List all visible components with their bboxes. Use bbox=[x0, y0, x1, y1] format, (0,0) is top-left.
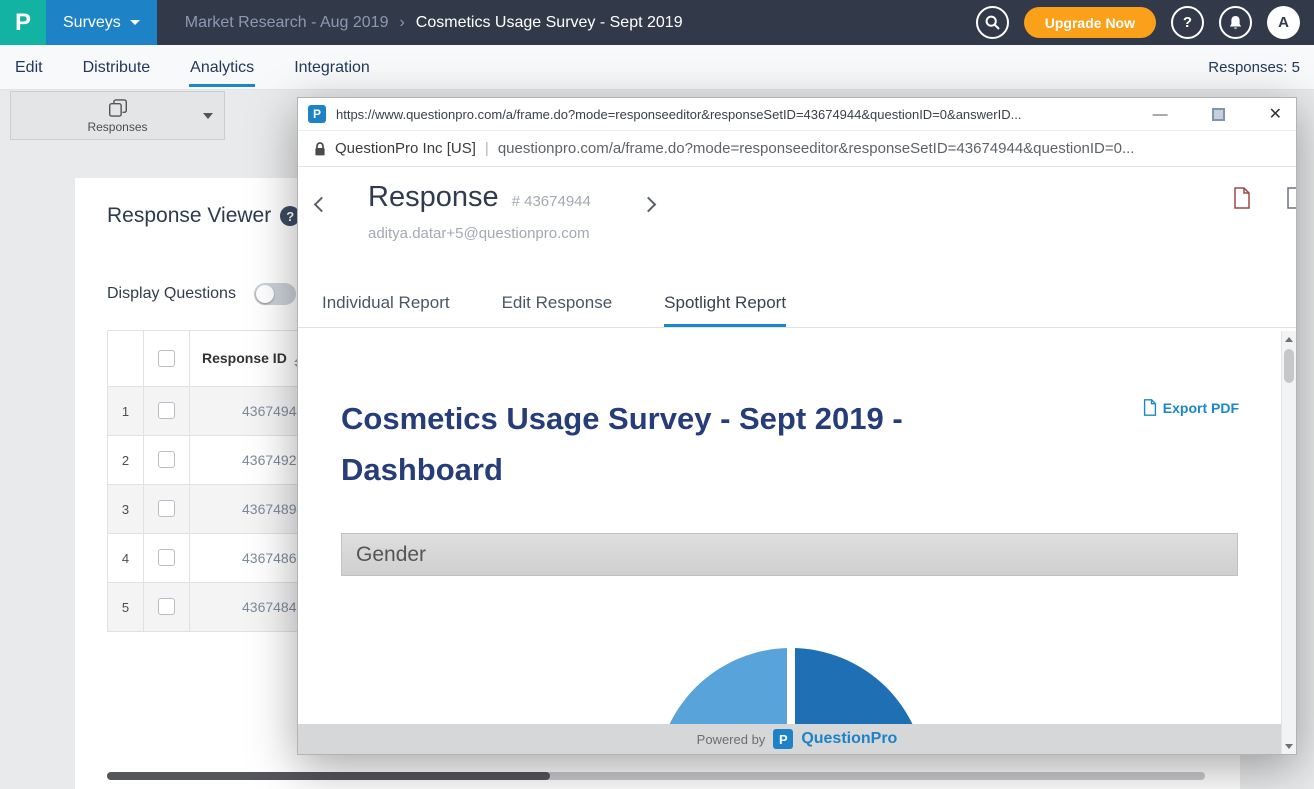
maximize-button[interactable] bbox=[1212, 108, 1225, 121]
row-number: 1 bbox=[108, 387, 144, 436]
response-tabs: Individual Report Edit Response Spotligh… bbox=[298, 279, 1296, 328]
row-number: 4 bbox=[108, 534, 144, 583]
breadcrumb: Market Research - Aug 2019 › Cosmetics U… bbox=[185, 14, 683, 32]
display-questions-label: Display Questions bbox=[107, 285, 236, 303]
display-questions-toggle[interactable] bbox=[254, 283, 296, 305]
topbar-actions: Upgrade Now ? A bbox=[976, 6, 1314, 39]
search-icon bbox=[985, 15, 1000, 30]
toggle-knob bbox=[256, 285, 274, 303]
prev-response-button chevron-left-icon[interactable] bbox=[314, 197, 330, 213]
pie-slice-right bbox=[791, 648, 926, 724]
questionpro-logo[interactable]: P bbox=[0, 0, 46, 45]
report-content: Export PDF Cosmetics Usage Survey - Sept… bbox=[298, 331, 1296, 754]
survey-section-nav: Edit Distribute Analytics Integration Re… bbox=[0, 45, 1314, 90]
triangle-up-icon bbox=[1285, 337, 1293, 342]
responses-count: Responses: 5 bbox=[1208, 59, 1300, 76]
window-url: https://www.questionpro.com/a/frame.do?m… bbox=[336, 107, 1129, 122]
minimize-button[interactable]: — bbox=[1153, 106, 1168, 123]
triangle-down-icon bbox=[1285, 744, 1293, 749]
response-editor-popup: P https://www.questionpro.com/a/frame.do… bbox=[297, 97, 1297, 755]
user-avatar[interactable]: A bbox=[1267, 6, 1300, 39]
gender-section-header: Gender bbox=[341, 533, 1238, 576]
row-checkbox[interactable] bbox=[158, 549, 175, 566]
row-number-header bbox=[108, 331, 144, 387]
tab-integration[interactable]: Integration bbox=[293, 48, 371, 87]
respondent-email: aditya.datar+5@questionpro.com bbox=[368, 225, 590, 242]
responses-toolbar-label: Responses bbox=[87, 120, 147, 134]
notifications-button[interactable] bbox=[1219, 6, 1252, 39]
close-button[interactable]: ✕ bbox=[1269, 104, 1282, 124]
row-checkbox[interactable] bbox=[158, 500, 175, 517]
surveys-menu[interactable]: Surveys bbox=[46, 0, 157, 45]
lock-icon bbox=[314, 141, 326, 157]
window-titlebar[interactable]: P https://www.questionpro.com/a/frame.do… bbox=[298, 98, 1296, 131]
address-separator: | bbox=[485, 140, 489, 157]
questionpro-footer-brand[interactable]: QuestionPro bbox=[801, 730, 897, 748]
address-url: questionpro.com/a/frame.do?mode=response… bbox=[498, 140, 1135, 157]
caret-down-icon bbox=[130, 20, 140, 25]
export-pdf-link[interactable]: Export PDF bbox=[1143, 399, 1239, 416]
scroll-down-button[interactable] bbox=[1282, 738, 1296, 754]
row-number: 3 bbox=[108, 485, 144, 534]
horizontal-scrollbar-thumb[interactable] bbox=[107, 772, 550, 780]
surveys-menu-label: Surveys bbox=[63, 14, 121, 32]
window-favicon: P bbox=[308, 105, 326, 123]
questionpro-footer-logo: P bbox=[773, 729, 793, 749]
help-button[interactable]: ? bbox=[1171, 6, 1204, 39]
powered-by-label: Powered by bbox=[697, 732, 766, 747]
scroll-up-button[interactable] bbox=[1282, 331, 1296, 347]
row-checkbox[interactable] bbox=[158, 598, 175, 615]
tab-distribute[interactable]: Distribute bbox=[82, 48, 152, 87]
pdf-icon bbox=[1143, 399, 1157, 416]
next-response-button chevron-right-icon[interactable] bbox=[641, 197, 657, 213]
tab-edit[interactable]: Edit bbox=[14, 48, 44, 87]
row-checkbox[interactable] bbox=[158, 402, 175, 419]
download-pdf-button[interactable] bbox=[1233, 187, 1251, 214]
row-number: 2 bbox=[108, 436, 144, 485]
site-identity: QuestionPro Inc [US] bbox=[335, 140, 476, 157]
tab-analytics[interactable]: Analytics bbox=[189, 48, 255, 87]
row-checkbox[interactable] bbox=[158, 451, 175, 468]
dashboard-title: Cosmetics Usage Survey - Sept 2019 - Das… bbox=[341, 393, 1001, 495]
pdf-icon bbox=[1233, 187, 1251, 209]
top-bar: P Surveys Market Research - Aug 2019 › C… bbox=[0, 0, 1314, 45]
response-number: # 43674944 bbox=[512, 193, 591, 210]
tab-individual-report[interactable]: Individual Report bbox=[322, 293, 450, 327]
help-icon: ? bbox=[1183, 14, 1192, 31]
horizontal-scrollbar[interactable] bbox=[107, 772, 1205, 780]
search-button[interactable] bbox=[976, 6, 1009, 39]
caret-down-icon bbox=[203, 113, 213, 119]
responses-toolbar-button[interactable]: Responses bbox=[10, 91, 225, 140]
address-bar[interactable]: QuestionPro Inc [US] | questionpro.com/a… bbox=[298, 131, 1296, 167]
response-header: Response # 43674944 aditya.datar+5@quest… bbox=[298, 167, 1296, 279]
breadcrumb-separator: › bbox=[399, 14, 404, 32]
document-icon bbox=[1286, 187, 1297, 209]
pie-slice-left bbox=[656, 648, 791, 724]
tab-edit-response[interactable]: Edit Response bbox=[502, 293, 613, 327]
download-doc-button[interactable] bbox=[1286, 187, 1297, 214]
tab-spotlight-report[interactable]: Spotlight Report bbox=[664, 293, 786, 327]
gender-chart-area bbox=[341, 577, 1238, 724]
upgrade-now-button[interactable]: Upgrade Now bbox=[1024, 7, 1156, 38]
select-all-header bbox=[144, 331, 190, 387]
bell-icon bbox=[1228, 15, 1243, 31]
pie-slice-gap bbox=[787, 648, 795, 724]
breadcrumb-current: Cosmetics Usage Survey - Sept 2019 bbox=[416, 14, 683, 32]
vertical-scrollbar[interactable] bbox=[1281, 331, 1296, 754]
breadcrumb-parent[interactable]: Market Research - Aug 2019 bbox=[185, 14, 389, 32]
responses-icon bbox=[108, 98, 128, 118]
select-all-checkbox[interactable] bbox=[158, 350, 175, 367]
page-title: Response Viewer bbox=[107, 204, 271, 228]
row-number: 5 bbox=[108, 583, 144, 632]
response-title: Response bbox=[368, 181, 499, 214]
powered-by-footer: Powered by P QuestionPro bbox=[298, 724, 1296, 754]
vertical-scrollbar-thumb[interactable] bbox=[1284, 349, 1294, 383]
